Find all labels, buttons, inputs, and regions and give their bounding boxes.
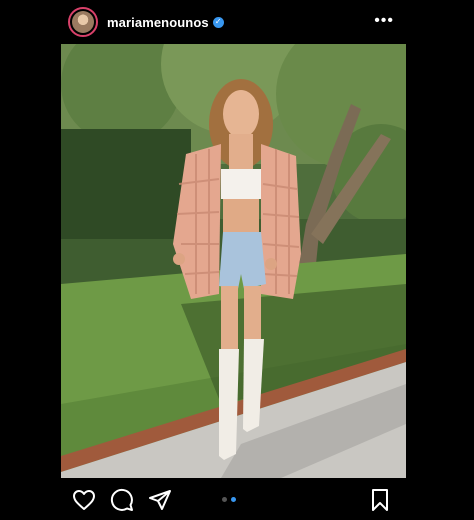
carousel-indicator	[222, 497, 236, 502]
carousel-dot-active	[231, 497, 236, 502]
comment-icon[interactable]	[110, 488, 134, 512]
post-photo[interactable]	[61, 44, 406, 478]
post-actions-bar	[60, 482, 408, 518]
username[interactable]: mariamenounos	[107, 15, 209, 30]
more-options-icon[interactable]: •••	[374, 13, 394, 29]
carousel-dot	[222, 497, 227, 502]
post-photo-image	[61, 44, 406, 478]
send-icon[interactable]	[148, 488, 172, 512]
post-header: mariamenounos ✓ •••	[60, 0, 408, 44]
heart-icon[interactable]	[72, 488, 96, 512]
verified-badge-icon: ✓	[212, 16, 224, 28]
avatar-image	[72, 11, 94, 33]
avatar[interactable]	[68, 7, 98, 37]
bookmark-icon[interactable]	[368, 488, 392, 512]
